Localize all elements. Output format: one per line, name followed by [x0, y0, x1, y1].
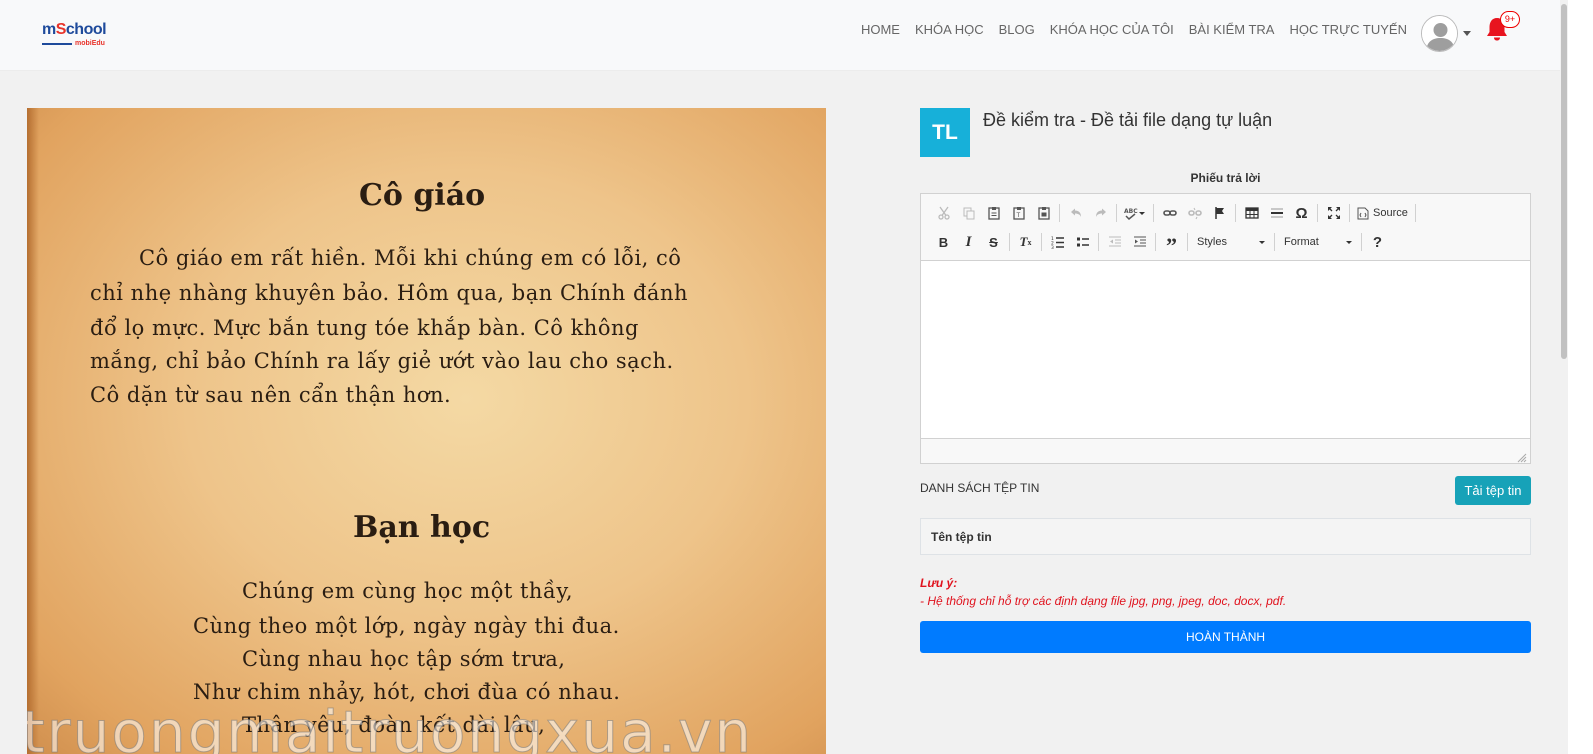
- scan-line: mắng, chỉ bảo Chính ra lấy giẻ ướt vào l…: [90, 349, 674, 373]
- scan-poem-line: Cùng theo một lớp, ngày ngày thi đua.: [193, 614, 620, 638]
- nav-courses[interactable]: KHÓA HỌC: [915, 22, 984, 38]
- scan-line: chỉ nhẹ nhàng khuyên bảo. Hôm qua, bạn C…: [90, 281, 688, 305]
- finish-button[interactable]: HOÀN THÀNH: [920, 621, 1531, 653]
- user-menu[interactable]: [1421, 15, 1471, 52]
- main-nav: HOME KHÓA HỌC BLOG KHÓA HỌC CỦA TÔI BÀI …: [846, 22, 1407, 38]
- format-dropdown[interactable]: Format: [1278, 231, 1358, 253]
- link-icon[interactable]: [1157, 202, 1182, 224]
- undo-icon[interactable]: [1063, 202, 1088, 224]
- styles-dropdown[interactable]: Styles: [1191, 231, 1271, 253]
- scan-line: Cô giáo em rất hiền. Mỗi khi chúng em có…: [139, 246, 682, 270]
- resize-handle-icon[interactable]: [1517, 450, 1527, 463]
- note-title: Lưu ý:: [920, 576, 958, 590]
- nav-my-courses[interactable]: KHÓA HỌC CỦA TÔI: [1050, 22, 1174, 38]
- test-type-badge: TL: [920, 108, 970, 157]
- mschool-logo[interactable]: mSchool mobiEdu: [42, 22, 122, 50]
- test-title: Đề kiểm tra - Đề tải file dạng tự luận: [983, 110, 1273, 130]
- answer-sheet-label: Phiếu trả lời: [1190, 171, 1261, 185]
- upload-file-button[interactable]: Tải tệp tin: [1455, 476, 1531, 505]
- nav-blog[interactable]: BLOG: [999, 22, 1035, 38]
- page-scrollbar[interactable]: [1560, 0, 1568, 754]
- italic-icon[interactable]: I: [956, 231, 981, 253]
- outdent-icon[interactable]: [1102, 231, 1127, 253]
- help-icon[interactable]: ?: [1365, 231, 1390, 253]
- spellcheck-icon[interactable]: ABC: [1120, 202, 1150, 224]
- scan-heading-ban-hoc: Bạn học: [353, 510, 491, 545]
- scan-poem-line: Cùng nhau học tập sớm trưa,: [242, 647, 566, 671]
- rich-text-editor: T ABC Ω Source B I S T x 1 2 3 ” Styles …: [920, 193, 1531, 464]
- file-table: Tên tệp tin: [920, 518, 1531, 555]
- source-button[interactable]: Source: [1353, 202, 1412, 224]
- svg-text:ABC: ABC: [1124, 208, 1138, 215]
- nav-home[interactable]: HOME: [861, 22, 900, 38]
- top-navbar: mSchool mobiEdu HOME KHÓA HỌC BLOG KHÓA …: [0, 0, 1560, 71]
- file-name-column-header: Tên tệp tin: [931, 530, 992, 544]
- bold-icon[interactable]: B: [931, 231, 956, 253]
- strikethrough-icon[interactable]: S: [981, 231, 1006, 253]
- numbered-list-icon[interactable]: 123: [1045, 231, 1070, 253]
- maximize-icon[interactable]: [1321, 202, 1346, 224]
- unlink-icon[interactable]: [1182, 202, 1207, 224]
- scrollbar-thumb[interactable]: [1561, 4, 1567, 359]
- chevron-down-icon: [1259, 240, 1265, 244]
- blockquote-icon[interactable]: ”: [1159, 231, 1184, 257]
- paste-text-icon[interactable]: T: [1006, 202, 1031, 224]
- scan-heading-co-giao: Cô giáo: [359, 178, 486, 213]
- editor-content-area[interactable]: [921, 261, 1530, 439]
- source-icon: [1357, 207, 1369, 219]
- special-char-icon[interactable]: Ω: [1289, 202, 1314, 224]
- svg-text:T: T: [1015, 212, 1020, 219]
- avatar[interactable]: [1421, 15, 1458, 52]
- note-text: - Hệ thống chỉ hỗ trợ các định dạng file…: [920, 594, 1287, 608]
- scan-line: Cô dặn từ sau nên cẩn thận hơn.: [90, 383, 452, 407]
- editor-toolbar: T ABC Ω Source B I S T x 1 2 3 ” Styles …: [921, 194, 1530, 261]
- paste-word-icon[interactable]: [1031, 202, 1056, 224]
- chevron-down-icon: [1346, 240, 1352, 244]
- chevron-down-icon[interactable]: [1463, 31, 1471, 36]
- cut-icon[interactable]: [931, 202, 956, 224]
- redo-icon[interactable]: [1088, 202, 1113, 224]
- remove-format-icon[interactable]: Tx: [1013, 231, 1038, 253]
- horizontal-rule-icon[interactable]: [1264, 202, 1289, 224]
- bulleted-list-icon[interactable]: [1070, 231, 1095, 253]
- watermark: truongmaitruongxua.vn: [27, 698, 754, 754]
- table-icon[interactable]: [1239, 202, 1264, 224]
- nav-online-learning[interactable]: HỌC TRỰC TUYẾN: [1289, 22, 1407, 38]
- scan-poem-line: Chúng em cùng học một thầy,: [242, 579, 574, 603]
- svg-text:3: 3: [1051, 245, 1054, 249]
- notification-badge: 9+: [1500, 11, 1520, 28]
- anchor-flag-icon[interactable]: [1207, 202, 1232, 224]
- nav-tests[interactable]: BÀI KIỂM TRA: [1189, 22, 1275, 38]
- indent-icon[interactable]: [1127, 231, 1152, 253]
- textbook-page-image: Cô giáo Cô giáo em rất hiền. Mỗi khi chú…: [27, 108, 826, 754]
- copy-icon[interactable]: [956, 202, 981, 224]
- scan-line: đổ lọ mực. Mực bắn tung tóe khắp bàn. Cô…: [90, 316, 639, 340]
- file-list-label: DANH SÁCH TỆP TIN: [920, 481, 1040, 495]
- paste-icon[interactable]: [981, 202, 1006, 224]
